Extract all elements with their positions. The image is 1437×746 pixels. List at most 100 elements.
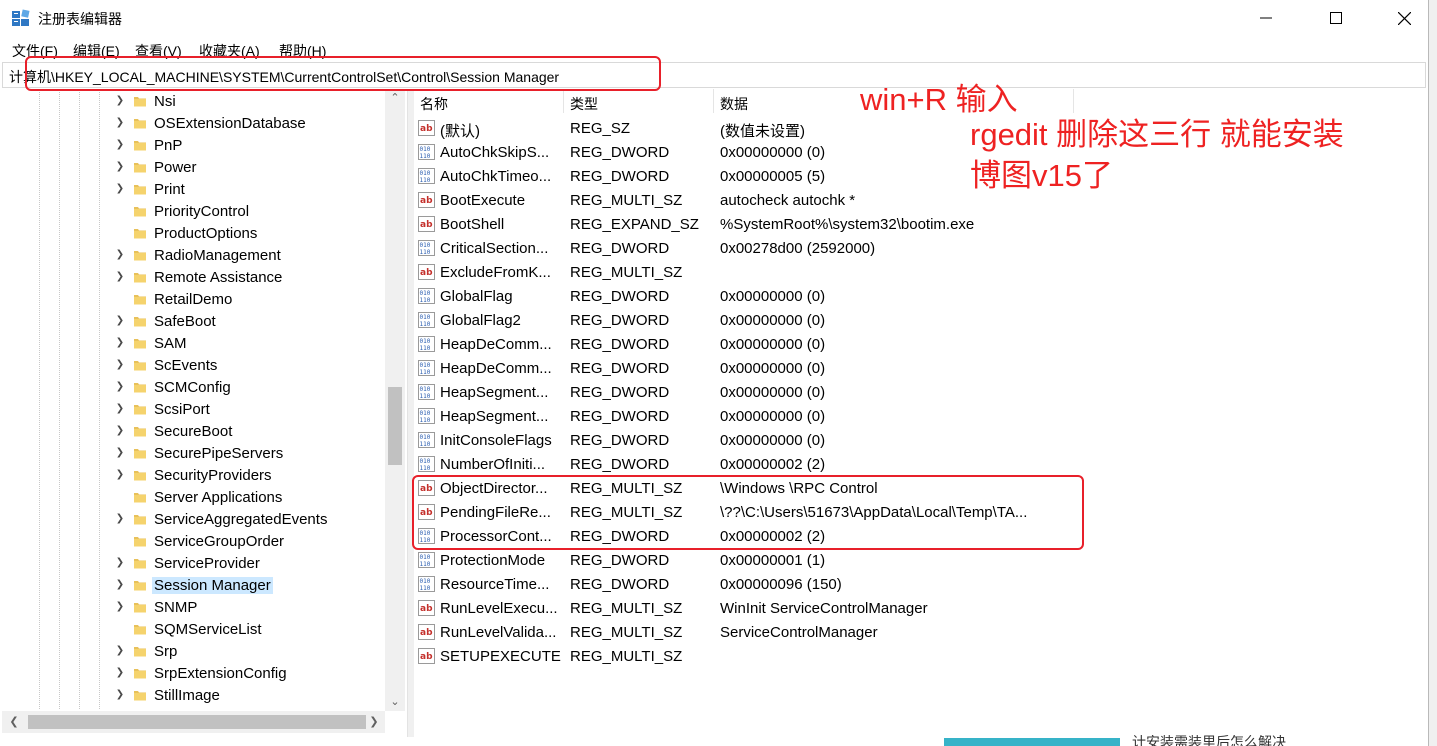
column-header-type[interactable]: 类型 xyxy=(564,89,714,113)
expand-chevron-icon[interactable]: ❯ xyxy=(114,337,126,349)
close-button[interactable] xyxy=(1381,0,1427,36)
folder-icon xyxy=(133,512,147,526)
value-data: autocheck autochk * xyxy=(720,192,856,209)
expand-chevron-icon[interactable]: ❯ xyxy=(114,315,126,327)
maximize-button[interactable] xyxy=(1313,0,1359,36)
desktop-background-strip xyxy=(1429,0,1437,746)
tree-item-selected[interactable]: ❯ Session Manager xyxy=(2,574,382,596)
tree-vertical-scroll-thumb[interactable] xyxy=(388,387,402,465)
tree-item[interactable]: ❯St... xyxy=(2,706,382,709)
tree-item[interactable]: ❯ StillImage xyxy=(2,684,382,706)
binary-value-icon: 010 110 xyxy=(418,240,435,256)
value-row[interactable]: 010 110 ProtectionMode REG_DWORD 0x00000001 … xyxy=(414,548,1114,572)
value-row[interactable]: 010 110 NumberOfIniti... REG_DWORD 0x0000000… xyxy=(414,452,1114,476)
tree-vertical-scrollbar[interactable]: ⌃ ⌄ xyxy=(385,89,405,711)
string-value-icon: ab xyxy=(418,624,435,640)
tree-item[interactable]: ❯ ServiceProvider xyxy=(2,552,382,574)
tree-item[interactable]: ❯ SafeBoot xyxy=(2,310,382,332)
value-type: REG_DWORD xyxy=(570,240,670,257)
scroll-left-icon[interactable]: ❮ xyxy=(4,713,24,731)
value-row[interactable]: 010 110 InitConsoleFlags REG_DWORD 0x0000000… xyxy=(414,428,1114,452)
tree-item[interactable]: Server Applications xyxy=(2,486,382,508)
tree-item[interactable]: ❯ SCMConfig xyxy=(2,376,382,398)
column-header-name[interactable]: 名称 xyxy=(414,89,564,113)
expand-chevron-icon[interactable]: ❯ xyxy=(114,689,126,701)
tree-item[interactable]: ServiceGroupOrder xyxy=(2,530,382,552)
expand-chevron-icon[interactable]: ❯ xyxy=(114,95,126,107)
scroll-right-icon[interactable]: ❯ xyxy=(364,713,384,731)
expand-chevron-icon[interactable]: ❯ xyxy=(114,139,126,151)
tree-item[interactable]: ❯ SAM xyxy=(2,332,382,354)
scroll-up-icon[interactable]: ⌃ xyxy=(385,89,405,107)
value-row[interactable]: ab RunLevelValida... REG_MULTI_SZ ServiceCo… xyxy=(414,620,1114,644)
tree-horizontal-scrollbar[interactable]: ❮ ❯ xyxy=(2,711,385,733)
expand-chevron-icon[interactable]: ❯ xyxy=(114,271,126,283)
tree-item[interactable]: ❯ SecurityProviders xyxy=(2,464,382,486)
values-pane[interactable]: 名称 类型 数据 ab (默认) REG_SZ (数值未设置) 010 110 AutoCh… xyxy=(414,89,1426,737)
expand-chevron-icon[interactable]: ❯ xyxy=(114,359,126,371)
tree-horizontal-scroll-thumb[interactable] xyxy=(28,715,366,729)
svg-text:010: 010 xyxy=(420,338,431,345)
expand-chevron-icon[interactable]: ❯ xyxy=(114,579,126,591)
tree-item[interactable]: ❯ OSExtensionDatabase xyxy=(2,112,382,134)
expand-chevron-icon[interactable]: ❯ xyxy=(114,513,126,525)
tree-item[interactable]: ❯ ServiceAggregatedEvents xyxy=(2,508,382,530)
string-value-icon: ab xyxy=(418,264,435,280)
tree-item[interactable]: ProductOptions xyxy=(2,222,382,244)
expand-chevron-icon[interactable]: ❯ xyxy=(114,249,126,261)
svg-text:010: 010 xyxy=(420,314,431,321)
tree-item[interactable]: ❯ Power xyxy=(2,156,382,178)
value-row[interactable]: ab RunLevelExecu... REG_MULTI_SZ WinInit Se… xyxy=(414,596,1114,620)
value-row[interactable]: ab BootShell REG_EXPAND_SZ %SystemRoot%\sys… xyxy=(414,212,1114,236)
value-row[interactable]: 010 110 CriticalSection... REG_DWORD 0x00278… xyxy=(414,236,1114,260)
tree-item[interactable]: ❯ ScEvents xyxy=(2,354,382,376)
tree-item[interactable]: ❯ PnP xyxy=(2,134,382,156)
value-row[interactable]: 010 110 GlobalFlag2 REG_DWORD 0x00000000 (0) xyxy=(414,308,1114,332)
tree-item[interactable]: ❯ Srp xyxy=(2,640,382,662)
tree-item[interactable]: PriorityControl xyxy=(2,200,382,222)
value-type: REG_DWORD xyxy=(570,168,670,185)
tree-item[interactable]: RetailDemo xyxy=(2,288,382,310)
expand-chevron-icon[interactable]: ❯ xyxy=(114,183,126,195)
pane-splitter[interactable] xyxy=(407,89,414,737)
expand-chevron-icon[interactable]: ❯ xyxy=(114,425,126,437)
value-row[interactable]: 010 110 GlobalFlag REG_DWORD 0x00000000 (0) xyxy=(414,284,1114,308)
expand-chevron-icon[interactable]: ❯ xyxy=(114,161,126,173)
tree-item[interactable]: SQMServiceList xyxy=(2,618,382,640)
tree-item[interactable]: ❯ Print xyxy=(2,178,382,200)
scroll-down-icon[interactable]: ⌄ xyxy=(385,693,405,711)
value-row[interactable]: 010 110 HeapDeComm... REG_DWORD 0x00000000 (… xyxy=(414,332,1114,356)
svg-text:010: 010 xyxy=(420,458,431,465)
value-row[interactable]: 010 110 ResourceTime... REG_DWORD 0x00000096… xyxy=(414,572,1114,596)
key-tree-pane[interactable]: ❯ Nsi ❯ OSExtensionDatabase ❯ PnP ❯ Power ❯ Print… xyxy=(2,89,406,737)
tree-item[interactable]: ❯ Remote Assistance xyxy=(2,266,382,288)
expand-chevron-icon[interactable]: ❯ xyxy=(114,601,126,613)
minimize-button[interactable] xyxy=(1243,0,1289,36)
expand-chevron-icon[interactable]: ❯ xyxy=(114,557,126,569)
tree-item-label: StillImage xyxy=(154,687,220,704)
tree-item[interactable]: ❯ SecurePipeServers xyxy=(2,442,382,464)
tree-item[interactable]: ❯ SNMP xyxy=(2,596,382,618)
tree-item[interactable]: ❯ SrpExtensionConfig xyxy=(2,662,382,684)
value-row[interactable]: ab SETUPEXECUTE REG_MULTI_SZ xyxy=(414,644,1114,668)
folder-icon xyxy=(133,292,147,306)
expand-chevron-icon[interactable]: ❯ xyxy=(114,117,126,129)
expand-chevron-icon[interactable]: ❯ xyxy=(114,667,126,679)
expand-chevron-icon[interactable]: ❯ xyxy=(114,403,126,415)
address-highlight-box xyxy=(25,56,661,91)
expand-chevron-icon[interactable]: ❯ xyxy=(114,381,126,393)
value-row[interactable]: 010 110 HeapDeComm... REG_DWORD 0x00000000 (… xyxy=(414,356,1114,380)
value-type: REG_DWORD xyxy=(570,408,670,425)
value-row[interactable]: 010 110 HeapSegment... REG_DWORD 0x00000000 … xyxy=(414,404,1114,428)
expand-chevron-icon[interactable]: ❯ xyxy=(114,645,126,657)
expand-chevron-icon[interactable]: ❯ xyxy=(114,469,126,481)
value-type: REG_MULTI_SZ xyxy=(570,648,683,665)
tree-item[interactable]: ❯ Nsi xyxy=(2,90,382,112)
value-row[interactable]: ab ExcludeFromK... REG_MULTI_SZ xyxy=(414,260,1114,284)
tree-item[interactable]: ❯ ScsiPort xyxy=(2,398,382,420)
tree-item[interactable]: ❯ RadioManagement xyxy=(2,244,382,266)
expand-chevron-icon[interactable]: ❯ xyxy=(114,447,126,459)
value-row[interactable]: 010 110 HeapSegment... REG_DWORD 0x00000000 … xyxy=(414,380,1114,404)
tree-item[interactable]: ❯ SecureBoot xyxy=(2,420,382,442)
value-type: REG_SZ xyxy=(570,120,631,137)
